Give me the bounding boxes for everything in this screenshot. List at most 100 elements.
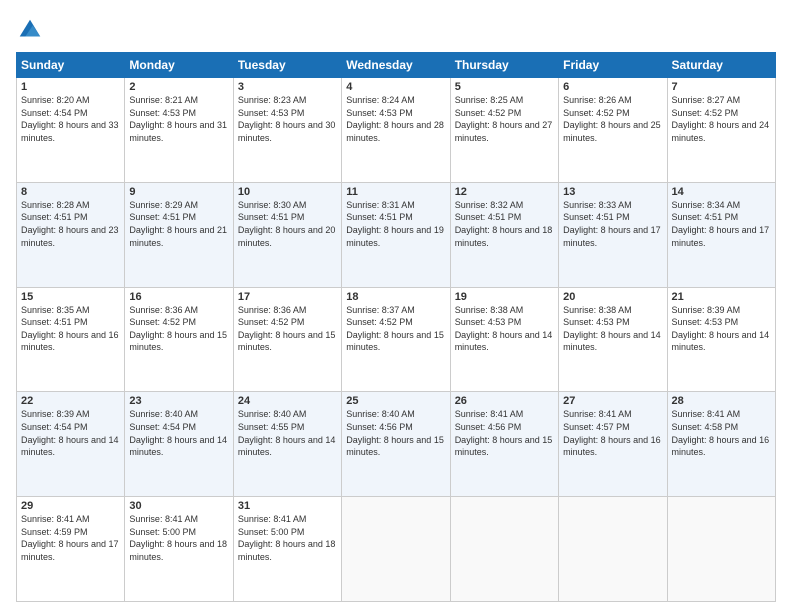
calendar-week-4: 22Sunrise: 8:39 AMSunset: 4:54 PMDayligh… — [17, 392, 776, 497]
calendar-cell: 25Sunrise: 8:40 AMSunset: 4:56 PMDayligh… — [342, 392, 450, 497]
calendar-cell: 4Sunrise: 8:24 AMSunset: 4:53 PMDaylight… — [342, 78, 450, 183]
calendar-cell: 19Sunrise: 8:38 AMSunset: 4:53 PMDayligh… — [450, 287, 558, 392]
day-info: Sunrise: 8:37 AMSunset: 4:52 PMDaylight:… — [346, 304, 445, 354]
day-info: Sunrise: 8:32 AMSunset: 4:51 PMDaylight:… — [455, 199, 554, 249]
calendar-week-5: 29Sunrise: 8:41 AMSunset: 4:59 PMDayligh… — [17, 497, 776, 602]
day-number: 22 — [21, 395, 120, 407]
day-info: Sunrise: 8:41 AMSunset: 5:00 PMDaylight:… — [238, 513, 337, 563]
weekday-header-wednesday: Wednesday — [342, 53, 450, 78]
day-info: Sunrise: 8:27 AMSunset: 4:52 PMDaylight:… — [672, 94, 771, 144]
calendar-cell: 12Sunrise: 8:32 AMSunset: 4:51 PMDayligh… — [450, 182, 558, 287]
calendar-cell: 6Sunrise: 8:26 AMSunset: 4:52 PMDaylight… — [559, 78, 667, 183]
day-info: Sunrise: 8:40 AMSunset: 4:54 PMDaylight:… — [129, 408, 228, 458]
day-info: Sunrise: 8:24 AMSunset: 4:53 PMDaylight:… — [346, 94, 445, 144]
weekday-header-monday: Monday — [125, 53, 233, 78]
calendar-cell: 29Sunrise: 8:41 AMSunset: 4:59 PMDayligh… — [17, 497, 125, 602]
day-number: 2 — [129, 81, 228, 93]
day-number: 10 — [238, 186, 337, 198]
calendar-cell: 8Sunrise: 8:28 AMSunset: 4:51 PMDaylight… — [17, 182, 125, 287]
calendar-cell: 20Sunrise: 8:38 AMSunset: 4:53 PMDayligh… — [559, 287, 667, 392]
calendar-cell: 5Sunrise: 8:25 AMSunset: 4:52 PMDaylight… — [450, 78, 558, 183]
day-info: Sunrise: 8:30 AMSunset: 4:51 PMDaylight:… — [238, 199, 337, 249]
calendar-cell: 7Sunrise: 8:27 AMSunset: 4:52 PMDaylight… — [667, 78, 775, 183]
day-number: 19 — [455, 291, 554, 303]
day-info: Sunrise: 8:23 AMSunset: 4:53 PMDaylight:… — [238, 94, 337, 144]
day-number: 16 — [129, 291, 228, 303]
day-number: 24 — [238, 395, 337, 407]
calendar-cell: 21Sunrise: 8:39 AMSunset: 4:53 PMDayligh… — [667, 287, 775, 392]
header — [16, 16, 776, 44]
calendar-cell: 14Sunrise: 8:34 AMSunset: 4:51 PMDayligh… — [667, 182, 775, 287]
day-number: 28 — [672, 395, 771, 407]
day-info: Sunrise: 8:39 AMSunset: 4:54 PMDaylight:… — [21, 408, 120, 458]
day-number: 15 — [21, 291, 120, 303]
day-number: 4 — [346, 81, 445, 93]
calendar-week-2: 8Sunrise: 8:28 AMSunset: 4:51 PMDaylight… — [17, 182, 776, 287]
calendar-cell — [559, 497, 667, 602]
weekday-header-thursday: Thursday — [450, 53, 558, 78]
calendar-cell: 18Sunrise: 8:37 AMSunset: 4:52 PMDayligh… — [342, 287, 450, 392]
day-number: 27 — [563, 395, 662, 407]
calendar-cell: 15Sunrise: 8:35 AMSunset: 4:51 PMDayligh… — [17, 287, 125, 392]
day-info: Sunrise: 8:20 AMSunset: 4:54 PMDaylight:… — [21, 94, 120, 144]
calendar-cell: 16Sunrise: 8:36 AMSunset: 4:52 PMDayligh… — [125, 287, 233, 392]
day-number: 29 — [21, 500, 120, 512]
day-number: 18 — [346, 291, 445, 303]
day-info: Sunrise: 8:33 AMSunset: 4:51 PMDaylight:… — [563, 199, 662, 249]
calendar-week-3: 15Sunrise: 8:35 AMSunset: 4:51 PMDayligh… — [17, 287, 776, 392]
calendar-cell: 28Sunrise: 8:41 AMSunset: 4:58 PMDayligh… — [667, 392, 775, 497]
day-number: 21 — [672, 291, 771, 303]
logo-icon — [16, 16, 44, 44]
day-info: Sunrise: 8:41 AMSunset: 4:58 PMDaylight:… — [672, 408, 771, 458]
day-number: 26 — [455, 395, 554, 407]
calendar-cell: 31Sunrise: 8:41 AMSunset: 5:00 PMDayligh… — [233, 497, 341, 602]
day-info: Sunrise: 8:35 AMSunset: 4:51 PMDaylight:… — [21, 304, 120, 354]
calendar-cell — [342, 497, 450, 602]
calendar-cell: 1Sunrise: 8:20 AMSunset: 4:54 PMDaylight… — [17, 78, 125, 183]
day-number: 11 — [346, 186, 445, 198]
calendar-cell: 10Sunrise: 8:30 AMSunset: 4:51 PMDayligh… — [233, 182, 341, 287]
day-info: Sunrise: 8:26 AMSunset: 4:52 PMDaylight:… — [563, 94, 662, 144]
day-number: 3 — [238, 81, 337, 93]
day-info: Sunrise: 8:36 AMSunset: 4:52 PMDaylight:… — [238, 304, 337, 354]
calendar-table: SundayMondayTuesdayWednesdayThursdayFrid… — [16, 52, 776, 602]
day-number: 8 — [21, 186, 120, 198]
day-info: Sunrise: 8:21 AMSunset: 4:53 PMDaylight:… — [129, 94, 228, 144]
day-info: Sunrise: 8:34 AMSunset: 4:51 PMDaylight:… — [672, 199, 771, 249]
weekday-header-saturday: Saturday — [667, 53, 775, 78]
calendar-cell: 24Sunrise: 8:40 AMSunset: 4:55 PMDayligh… — [233, 392, 341, 497]
day-number: 13 — [563, 186, 662, 198]
calendar-cell: 30Sunrise: 8:41 AMSunset: 5:00 PMDayligh… — [125, 497, 233, 602]
calendar-cell: 3Sunrise: 8:23 AMSunset: 4:53 PMDaylight… — [233, 78, 341, 183]
day-number: 30 — [129, 500, 228, 512]
calendar-cell: 2Sunrise: 8:21 AMSunset: 4:53 PMDaylight… — [125, 78, 233, 183]
day-number: 20 — [563, 291, 662, 303]
day-info: Sunrise: 8:41 AMSunset: 4:59 PMDaylight:… — [21, 513, 120, 563]
calendar-cell: 26Sunrise: 8:41 AMSunset: 4:56 PMDayligh… — [450, 392, 558, 497]
day-info: Sunrise: 8:41 AMSunset: 5:00 PMDaylight:… — [129, 513, 228, 563]
calendar-cell: 23Sunrise: 8:40 AMSunset: 4:54 PMDayligh… — [125, 392, 233, 497]
day-number: 23 — [129, 395, 228, 407]
calendar-cell: 13Sunrise: 8:33 AMSunset: 4:51 PMDayligh… — [559, 182, 667, 287]
calendar-cell: 11Sunrise: 8:31 AMSunset: 4:51 PMDayligh… — [342, 182, 450, 287]
weekday-header-friday: Friday — [559, 53, 667, 78]
day-number: 7 — [672, 81, 771, 93]
weekday-header-tuesday: Tuesday — [233, 53, 341, 78]
day-info: Sunrise: 8:31 AMSunset: 4:51 PMDaylight:… — [346, 199, 445, 249]
calendar-cell: 17Sunrise: 8:36 AMSunset: 4:52 PMDayligh… — [233, 287, 341, 392]
day-info: Sunrise: 8:40 AMSunset: 4:56 PMDaylight:… — [346, 408, 445, 458]
day-number: 12 — [455, 186, 554, 198]
day-info: Sunrise: 8:38 AMSunset: 4:53 PMDaylight:… — [455, 304, 554, 354]
day-number: 25 — [346, 395, 445, 407]
day-info: Sunrise: 8:38 AMSunset: 4:53 PMDaylight:… — [563, 304, 662, 354]
day-number: 9 — [129, 186, 228, 198]
day-number: 17 — [238, 291, 337, 303]
calendar-cell: 22Sunrise: 8:39 AMSunset: 4:54 PMDayligh… — [17, 392, 125, 497]
day-info: Sunrise: 8:29 AMSunset: 4:51 PMDaylight:… — [129, 199, 228, 249]
calendar-cell: 9Sunrise: 8:29 AMSunset: 4:51 PMDaylight… — [125, 182, 233, 287]
day-info: Sunrise: 8:28 AMSunset: 4:51 PMDaylight:… — [21, 199, 120, 249]
calendar-cell: 27Sunrise: 8:41 AMSunset: 4:57 PMDayligh… — [559, 392, 667, 497]
day-number: 5 — [455, 81, 554, 93]
day-info: Sunrise: 8:39 AMSunset: 4:53 PMDaylight:… — [672, 304, 771, 354]
day-info: Sunrise: 8:40 AMSunset: 4:55 PMDaylight:… — [238, 408, 337, 458]
